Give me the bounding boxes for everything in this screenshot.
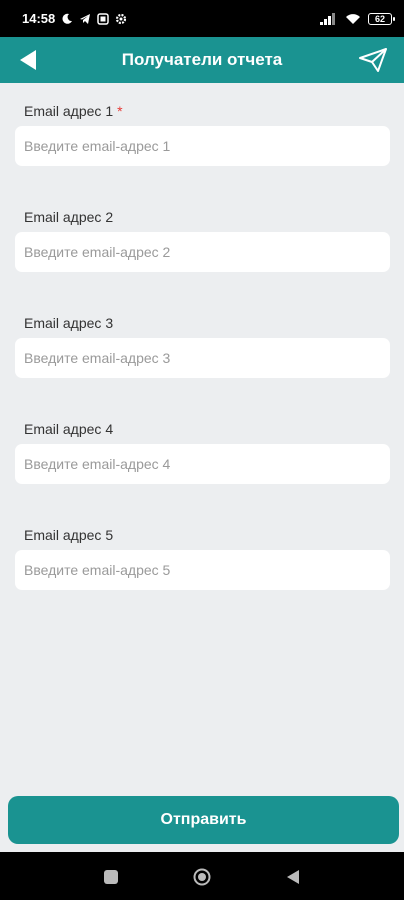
battery-level: 62 <box>374 13 385 24</box>
signal-icon <box>320 12 338 25</box>
status-time: 14:58 <box>22 11 56 26</box>
paper-plane-icon <box>359 48 387 72</box>
email-label-2: Email адрес 2 <box>24 209 114 225</box>
send-button[interactable] <box>356 46 390 74</box>
wifi-icon <box>345 13 361 25</box>
email-input-5[interactable] <box>15 550 390 590</box>
email-input-3[interactable] <box>15 338 390 378</box>
settings-gear-icon <box>115 13 127 25</box>
recents-square-icon[interactable] <box>102 868 120 886</box>
back-button[interactable] <box>14 47 42 73</box>
email-label-4: Email адрес 4 <box>24 421 114 437</box>
page-title: Получатели отчета <box>121 50 283 69</box>
email-input-2[interactable] <box>15 232 390 272</box>
app-bar: Получатели отчета <box>0 37 404 83</box>
status-bar: 14:58 62 <box>0 0 404 37</box>
email-input-4[interactable] <box>15 444 390 484</box>
email-label-1: Email адрес 1 <box>24 103 114 119</box>
submit-button[interactable]: Отправить <box>8 796 399 844</box>
telegram-icon <box>79 13 91 25</box>
email-label-5: Email адрес 5 <box>24 527 114 543</box>
email-label-3: Email адрес 3 <box>24 315 114 331</box>
moon-icon <box>61 13 73 25</box>
back-triangle-icon[interactable] <box>284 868 302 886</box>
battery-icon: 62 <box>368 12 395 25</box>
app-notification-icon <box>97 12 109 25</box>
email-input-1[interactable] <box>15 126 390 166</box>
required-mark: * <box>117 103 123 119</box>
system-nav-bar <box>0 852 404 900</box>
back-arrow-icon <box>20 50 36 70</box>
home-circle-icon[interactable] <box>193 868 211 886</box>
